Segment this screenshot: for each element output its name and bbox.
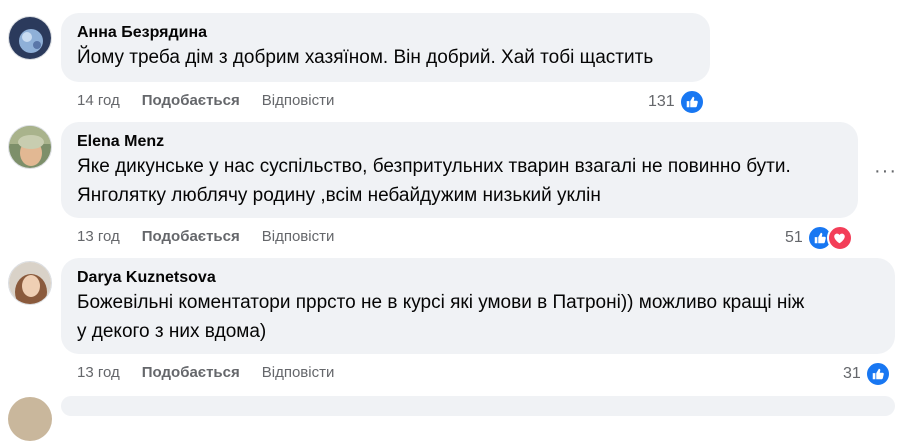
comment-author[interactable]: Elena Menz <box>77 132 842 152</box>
reaction-summary[interactable]: 51 <box>785 225 853 251</box>
comment-bubble: Elena Menz Яке дикунське у нас суспільст… <box>61 122 858 218</box>
like-button[interactable]: Подобається <box>142 363 240 383</box>
reaction-summary[interactable]: 131 <box>648 89 705 115</box>
reply-button[interactable]: Відповісти <box>262 363 335 383</box>
comment-time[interactable]: 13 год <box>77 363 120 383</box>
comment-time[interactable]: 14 год <box>77 91 120 111</box>
comment-text-line: Божевільні коментатори пррсто не в курсі… <box>77 292 805 313</box>
heart-icon <box>826 225 853 251</box>
comment-text-line: у декого з них вдома) <box>77 321 267 342</box>
like-button[interactable]: Подобається <box>142 91 240 111</box>
avatar[interactable] <box>8 16 52 60</box>
comment-bubble <box>61 396 895 416</box>
comment-text-line: Яке дикунське у нас суспільство, безприт… <box>77 156 791 177</box>
avatar[interactable] <box>8 261 52 305</box>
comment-author[interactable]: Darya Kuznetsova <box>77 268 879 288</box>
reaction-summary[interactable]: 31 <box>843 361 891 387</box>
comment-actions: 13 год Подобається Відповісти <box>77 227 334 247</box>
comment-text-line: Йому треба дім з добрим хазяїном. Він до… <box>77 47 654 68</box>
comment-bubble: Анна Безрядина Йому треба дім з добрим х… <box>61 13 710 82</box>
like-button[interactable]: Подобається <box>142 227 240 247</box>
reaction-count: 51 <box>785 229 803 246</box>
reaction-count: 31 <box>843 365 861 382</box>
reply-button[interactable]: Відповісти <box>262 227 335 247</box>
thumbs-up-icon <box>864 361 891 387</box>
thumbs-up-icon <box>678 89 705 115</box>
comment-bubble: Darya Kuznetsova Божевільні коментатори … <box>61 258 895 354</box>
comment-time[interactable]: 13 год <box>77 227 120 247</box>
comment-actions: 13 год Подобається Відповісти <box>77 363 334 383</box>
reply-button[interactable]: Відповісти <box>262 91 335 111</box>
comment-text-line: Янголятку люблячу родину ,всім небайдужи… <box>77 185 601 206</box>
more-options-icon[interactable]: ··· <box>874 161 897 181</box>
avatar[interactable] <box>8 397 52 441</box>
avatar[interactable] <box>8 125 52 169</box>
comment-actions: 14 год Подобається Відповісти <box>77 91 334 111</box>
comment-author[interactable]: Анна Безрядина <box>77 23 694 43</box>
reaction-count: 131 <box>648 93 675 110</box>
